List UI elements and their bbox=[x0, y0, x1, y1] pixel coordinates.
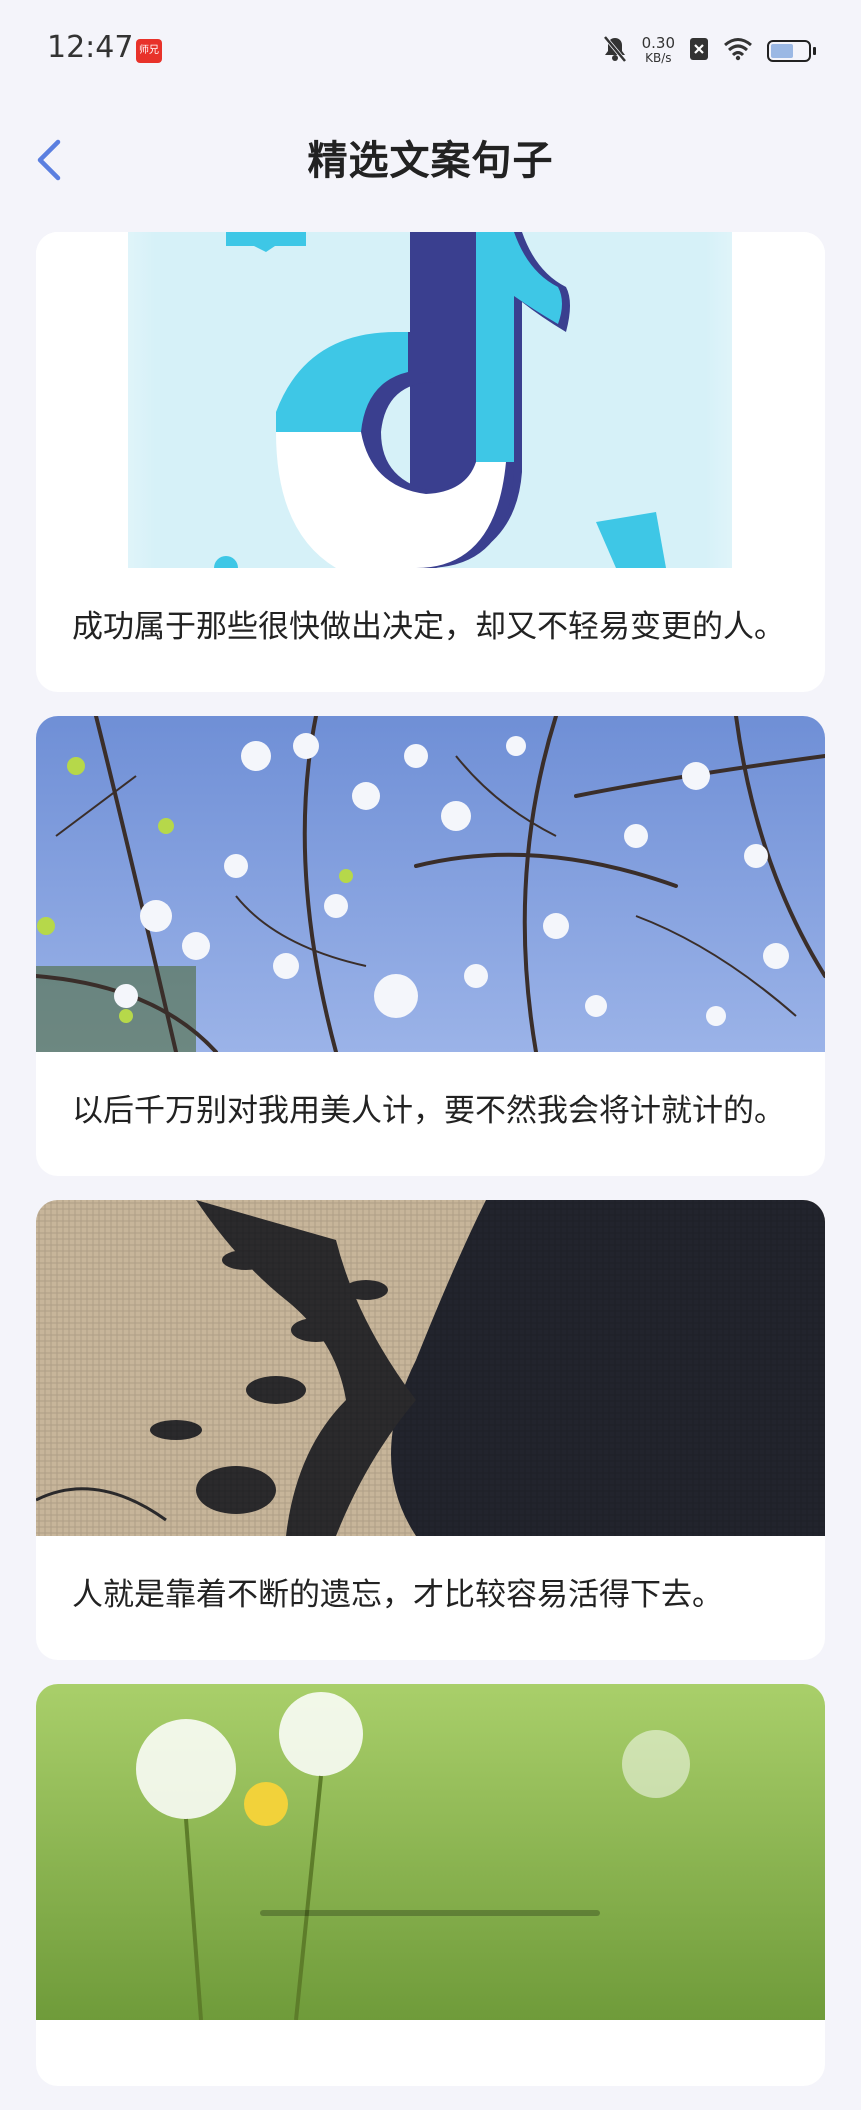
card-image-shadow bbox=[36, 1200, 825, 1536]
status-icons: 0.30 KB/s bbox=[602, 34, 816, 68]
card-image-tiktok bbox=[36, 232, 825, 568]
net-speed-value: 0.30 bbox=[641, 34, 675, 52]
quote-card[interactable]: 以后千万别对我用美人计，要不然我会将计就计的。 bbox=[36, 716, 825, 1176]
card-image-blossoms bbox=[36, 716, 825, 1052]
battery-level bbox=[771, 44, 793, 58]
quote-feed[interactable]: 成功属于那些很快做出决定，却又不轻易变更的人。 以后千万别对我用美人计，要不然我… bbox=[36, 232, 825, 2110]
app-notification-badge: 师兄 bbox=[136, 39, 162, 63]
battery-icon bbox=[767, 40, 816, 62]
wifi-icon bbox=[723, 37, 753, 65]
status-time: 12:47 bbox=[47, 30, 134, 65]
page-title: 精选文案句子 bbox=[307, 138, 554, 184]
net-speed-unit: KB/s bbox=[645, 51, 672, 65]
dandelion-field-image bbox=[36, 1684, 825, 2020]
quote-text bbox=[36, 2020, 825, 2086]
card-image-dandelions bbox=[36, 1684, 825, 2020]
quote-card[interactable]: 人就是靠着不断的遗忘，才比较容易活得下去。 bbox=[36, 1200, 825, 1660]
plant-shadow-on-fabric-image bbox=[36, 1200, 825, 1536]
quote-text: 成功属于那些很快做出决定，却又不轻易变更的人。 bbox=[72, 609, 785, 645]
home-indicator[interactable] bbox=[260, 1910, 600, 1916]
status-bar: 12:47 师兄 0.30 KB/s bbox=[0, 0, 861, 100]
quote-text: 人就是靠着不断的遗忘，才比较容易活得下去。 bbox=[72, 1577, 723, 1613]
white-blossom-branches-image bbox=[36, 716, 825, 1052]
mute-icon bbox=[602, 35, 628, 67]
quote-card[interactable]: 成功属于那些很快做出决定，却又不轻易变更的人。 bbox=[36, 232, 825, 692]
navigation-header: 精选文案句子 bbox=[0, 100, 861, 210]
quote-card[interactable] bbox=[36, 1684, 825, 2086]
sim-off-icon bbox=[689, 37, 709, 65]
tiktok-logo-image bbox=[36, 232, 825, 568]
network-speed: 0.30 KB/s bbox=[642, 36, 675, 66]
quote-text: 以后千万别对我用美人计，要不然我会将计就计的。 bbox=[72, 1093, 785, 1129]
